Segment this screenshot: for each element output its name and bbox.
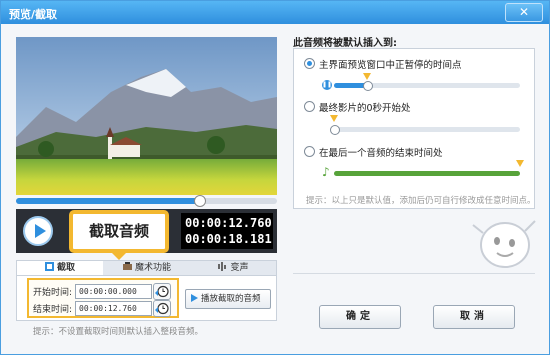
tab-voice-change[interactable]: 变声: [191, 261, 276, 275]
clock-icon: [155, 302, 169, 315]
tab-magic[interactable]: 魔术功能: [103, 261, 191, 275]
clock-icon: [155, 285, 169, 298]
end-time-input[interactable]: 00:00:12.760: [75, 301, 152, 316]
last-audio-track: [334, 171, 520, 176]
play-captured-audio-button[interactable]: 播放截取的音频: [185, 289, 271, 309]
seek-progress: [16, 198, 199, 204]
tab-label: 魔术功能: [134, 263, 171, 273]
tab-bar: 截取 魔术功能 变声: [16, 260, 277, 276]
play-icon: [191, 294, 198, 302]
option-zero-seconds[interactable]: 最终影片的0秒开始处: [304, 100, 411, 114]
pause-icon: ❚❚: [322, 80, 333, 90]
mascot-illustration: [472, 220, 536, 268]
titlebar: 预览/截取 ✕: [1, 1, 549, 24]
insert-options-box: 主界面预览窗口中正暂停的时间点 ❚❚ 最终影片的0秒开始处 在最后一个音频的结束…: [293, 48, 536, 209]
marker-arrow: [516, 160, 524, 167]
time-range-box: 开始时间: 00:00:00.000 结束时间: 00:00:12.760: [27, 278, 179, 318]
capture-panel: 开始时间: 00:00:00.000 结束时间: 00:00:12.760 播放…: [16, 276, 277, 321]
close-button[interactable]: ✕: [505, 3, 543, 22]
video-frame-image: [16, 37, 277, 195]
start-time-input[interactable]: 00:00:00.000: [75, 284, 152, 299]
capture-hint: 提示：不设置截取时间则默认插入整段音频。: [33, 327, 204, 337]
option-last-audio-end[interactable]: 在最后一个音频的结束时间处: [304, 145, 443, 159]
cancel-button[interactable]: 取消: [433, 305, 515, 329]
radio-button[interactable]: [304, 58, 315, 69]
option-label: 主界面预览窗口中正暂停的时间点: [319, 60, 462, 71]
seek-handle[interactable]: [193, 195, 206, 207]
magic-icon: [122, 262, 132, 270]
tab-label: 截取: [56, 263, 75, 273]
set-start-time-button[interactable]: [153, 283, 171, 300]
insert-hint: 提示：以上只是默认值，添加后仍可自行修改成任意时间点。: [306, 196, 536, 206]
paused-point-track: [334, 83, 520, 88]
player-controls: 截取音频 00:00:12.760 00:00:18.181: [16, 209, 277, 260]
marker-arrow: [363, 73, 372, 80]
marker-arrow: [330, 115, 338, 122]
option-label: 最终影片的0秒开始处: [319, 103, 411, 114]
track-handle[interactable]: [363, 81, 374, 91]
music-note-icon: ♪: [322, 165, 330, 179]
timecode-display: 00:00:12.760 00:00:18.181: [181, 213, 273, 249]
zero-seconds-track: [334, 127, 520, 132]
capture-audio-button[interactable]: 截取音频: [69, 210, 169, 253]
current-time: 00:00:12.760: [185, 216, 272, 230]
preview-capture-dialog: 预览/截取 ✕ 截取音频 00:00:12.760 00:00:18.181 截…: [0, 0, 550, 355]
track-fill: [334, 171, 520, 176]
radio-button[interactable]: [304, 146, 315, 157]
total-time: 00:00:18.181: [185, 232, 272, 246]
tab-capture[interactable]: 截取: [17, 261, 103, 275]
insert-heading: 此音频将被默认插入到:: [293, 38, 397, 49]
window-title: 预览/截取: [9, 8, 58, 21]
divider: [293, 273, 535, 274]
set-end-time-button[interactable]: [153, 300, 171, 317]
track-handle[interactable]: [330, 125, 340, 135]
video-preview: [16, 37, 277, 195]
end-time-label: 结束时间:: [33, 305, 73, 315]
capture-icon: [44, 262, 54, 271]
track-fill: [334, 83, 368, 88]
play-button[interactable]: [23, 216, 53, 246]
capture-pointer: [112, 253, 126, 260]
option-paused-point[interactable]: 主界面预览窗口中正暂停的时间点: [304, 57, 462, 71]
option-label: 在最后一个音频的结束时间处: [319, 148, 443, 159]
start-time-label: 开始时间:: [33, 288, 73, 298]
seek-bar[interactable]: [16, 195, 277, 207]
radio-button[interactable]: [304, 101, 315, 112]
tab-label: 变声: [230, 263, 249, 273]
play-captured-label: 播放截取的音频: [201, 294, 261, 304]
ok-button[interactable]: 确定: [319, 305, 401, 329]
voice-change-icon: [218, 262, 227, 271]
play-icon: [35, 224, 46, 238]
